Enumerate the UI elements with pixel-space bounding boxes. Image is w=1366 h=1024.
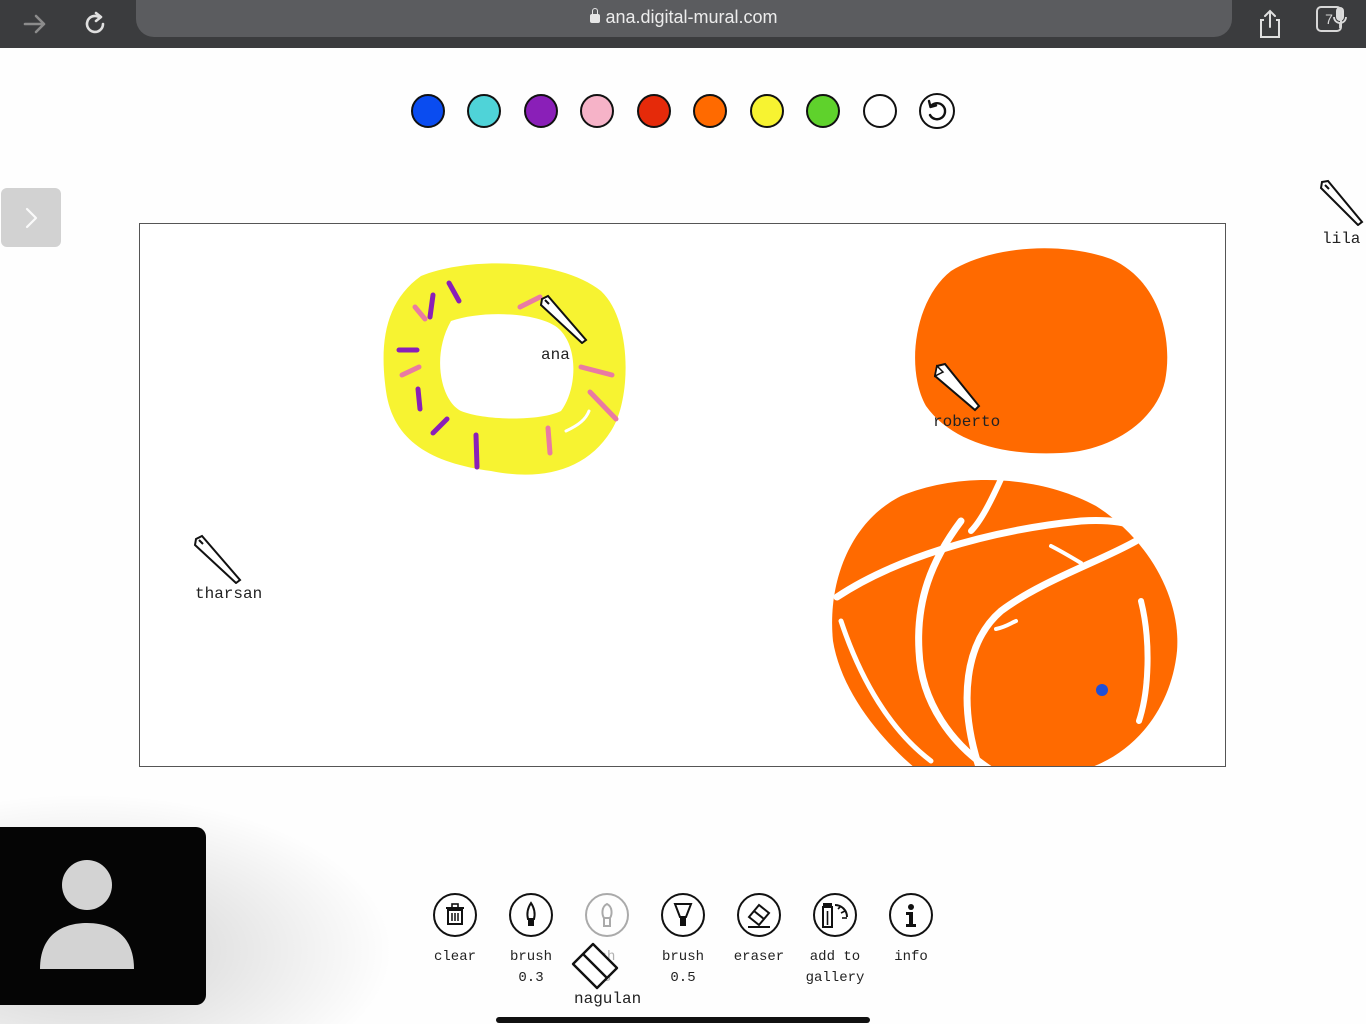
color-blue[interactable]	[411, 94, 445, 128]
trash-icon	[446, 903, 464, 925]
clear-label: clear	[433, 949, 476, 965]
undo-icon	[927, 99, 947, 121]
info-button[interactable]: info	[871, 893, 951, 968]
brush-0.5-button[interactable]: brush 0.5	[643, 893, 723, 989]
address-bar[interactable]: ana.digital-mural.com	[136, 0, 1347, 37]
cursor-roberto	[931, 362, 981, 417]
eraser-icon	[747, 903, 771, 928]
info-icon	[906, 904, 916, 927]
brush-cursor-icon	[1319, 179, 1364, 227]
eraser-cursor-icon	[571, 942, 619, 990]
avatar-icon	[40, 860, 134, 969]
brush-cursor-icon	[933, 362, 981, 412]
color-yellow[interactable]	[750, 94, 784, 128]
reload-icon[interactable]	[75, 4, 115, 44]
brush-tip-icon	[526, 901, 536, 926]
blue-dot	[1096, 684, 1108, 696]
forward-arrow-icon[interactable]	[15, 4, 55, 44]
lock-icon	[590, 8, 601, 23]
tabs-icon[interactable]: 7	[1316, 6, 1342, 32]
cursor-lila	[1318, 178, 1366, 231]
tab-count: 7	[1325, 11, 1333, 27]
color-white[interactable]	[863, 94, 897, 128]
brush-tip-icon	[601, 902, 613, 927]
drawing-layer	[383, 248, 1178, 766]
side-panel-toggle[interactable]	[1, 188, 61, 247]
brush-tip-icon	[673, 903, 693, 926]
cursor-label-lila: lila	[1322, 230, 1361, 248]
cursor-label-nagulan: nagulan	[574, 990, 642, 1008]
cursor-nagulan	[571, 942, 619, 995]
brush-cursor-icon	[539, 294, 588, 345]
eraser-label: eraser	[733, 949, 785, 965]
video-tile[interactable]	[0, 827, 206, 1005]
add-to-gallery-button[interactable]: add to gallery	[795, 893, 875, 989]
color-cyan[interactable]	[467, 94, 501, 128]
cursor-label-tharsan: tharsan	[195, 585, 263, 603]
color-red[interactable]	[637, 94, 671, 128]
brush-0.3-button[interactable]: brush 0.3	[491, 893, 571, 989]
chevron-right-icon	[25, 207, 38, 228]
cursor-tharsan	[193, 534, 243, 589]
color-orange[interactable]	[693, 94, 727, 128]
color-purple[interactable]	[524, 94, 558, 128]
clear-button[interactable]: clear	[415, 893, 495, 968]
undo-button[interactable]	[919, 93, 955, 129]
info-label: info	[894, 949, 928, 965]
brush-cursor-icon	[193, 534, 242, 585]
color-pink[interactable]	[580, 94, 614, 128]
home-indicator	[496, 1017, 870, 1023]
brush-0.5-label: brush 0.5	[661, 949, 704, 986]
add-to-gallery-label: add to gallery	[805, 949, 865, 986]
brush-0.3-label: brush 0.3	[509, 949, 552, 986]
eraser-button[interactable]: eraser	[719, 893, 799, 968]
browser-toolbar: ana.digital-mural.com 7	[0, 0, 1366, 48]
color-green[interactable]	[806, 94, 840, 128]
cursor-ana	[539, 294, 589, 349]
url-text: ana.digital-mural.com	[605, 7, 778, 27]
cursor-label-ana: ana	[541, 346, 570, 364]
mural-canvas[interactable]: ana roberto tharsan	[139, 223, 1226, 767]
cursor-label-roberto: roberto	[933, 413, 1001, 431]
gallery-icon	[822, 903, 848, 928]
share-icon[interactable]	[1250, 4, 1290, 44]
